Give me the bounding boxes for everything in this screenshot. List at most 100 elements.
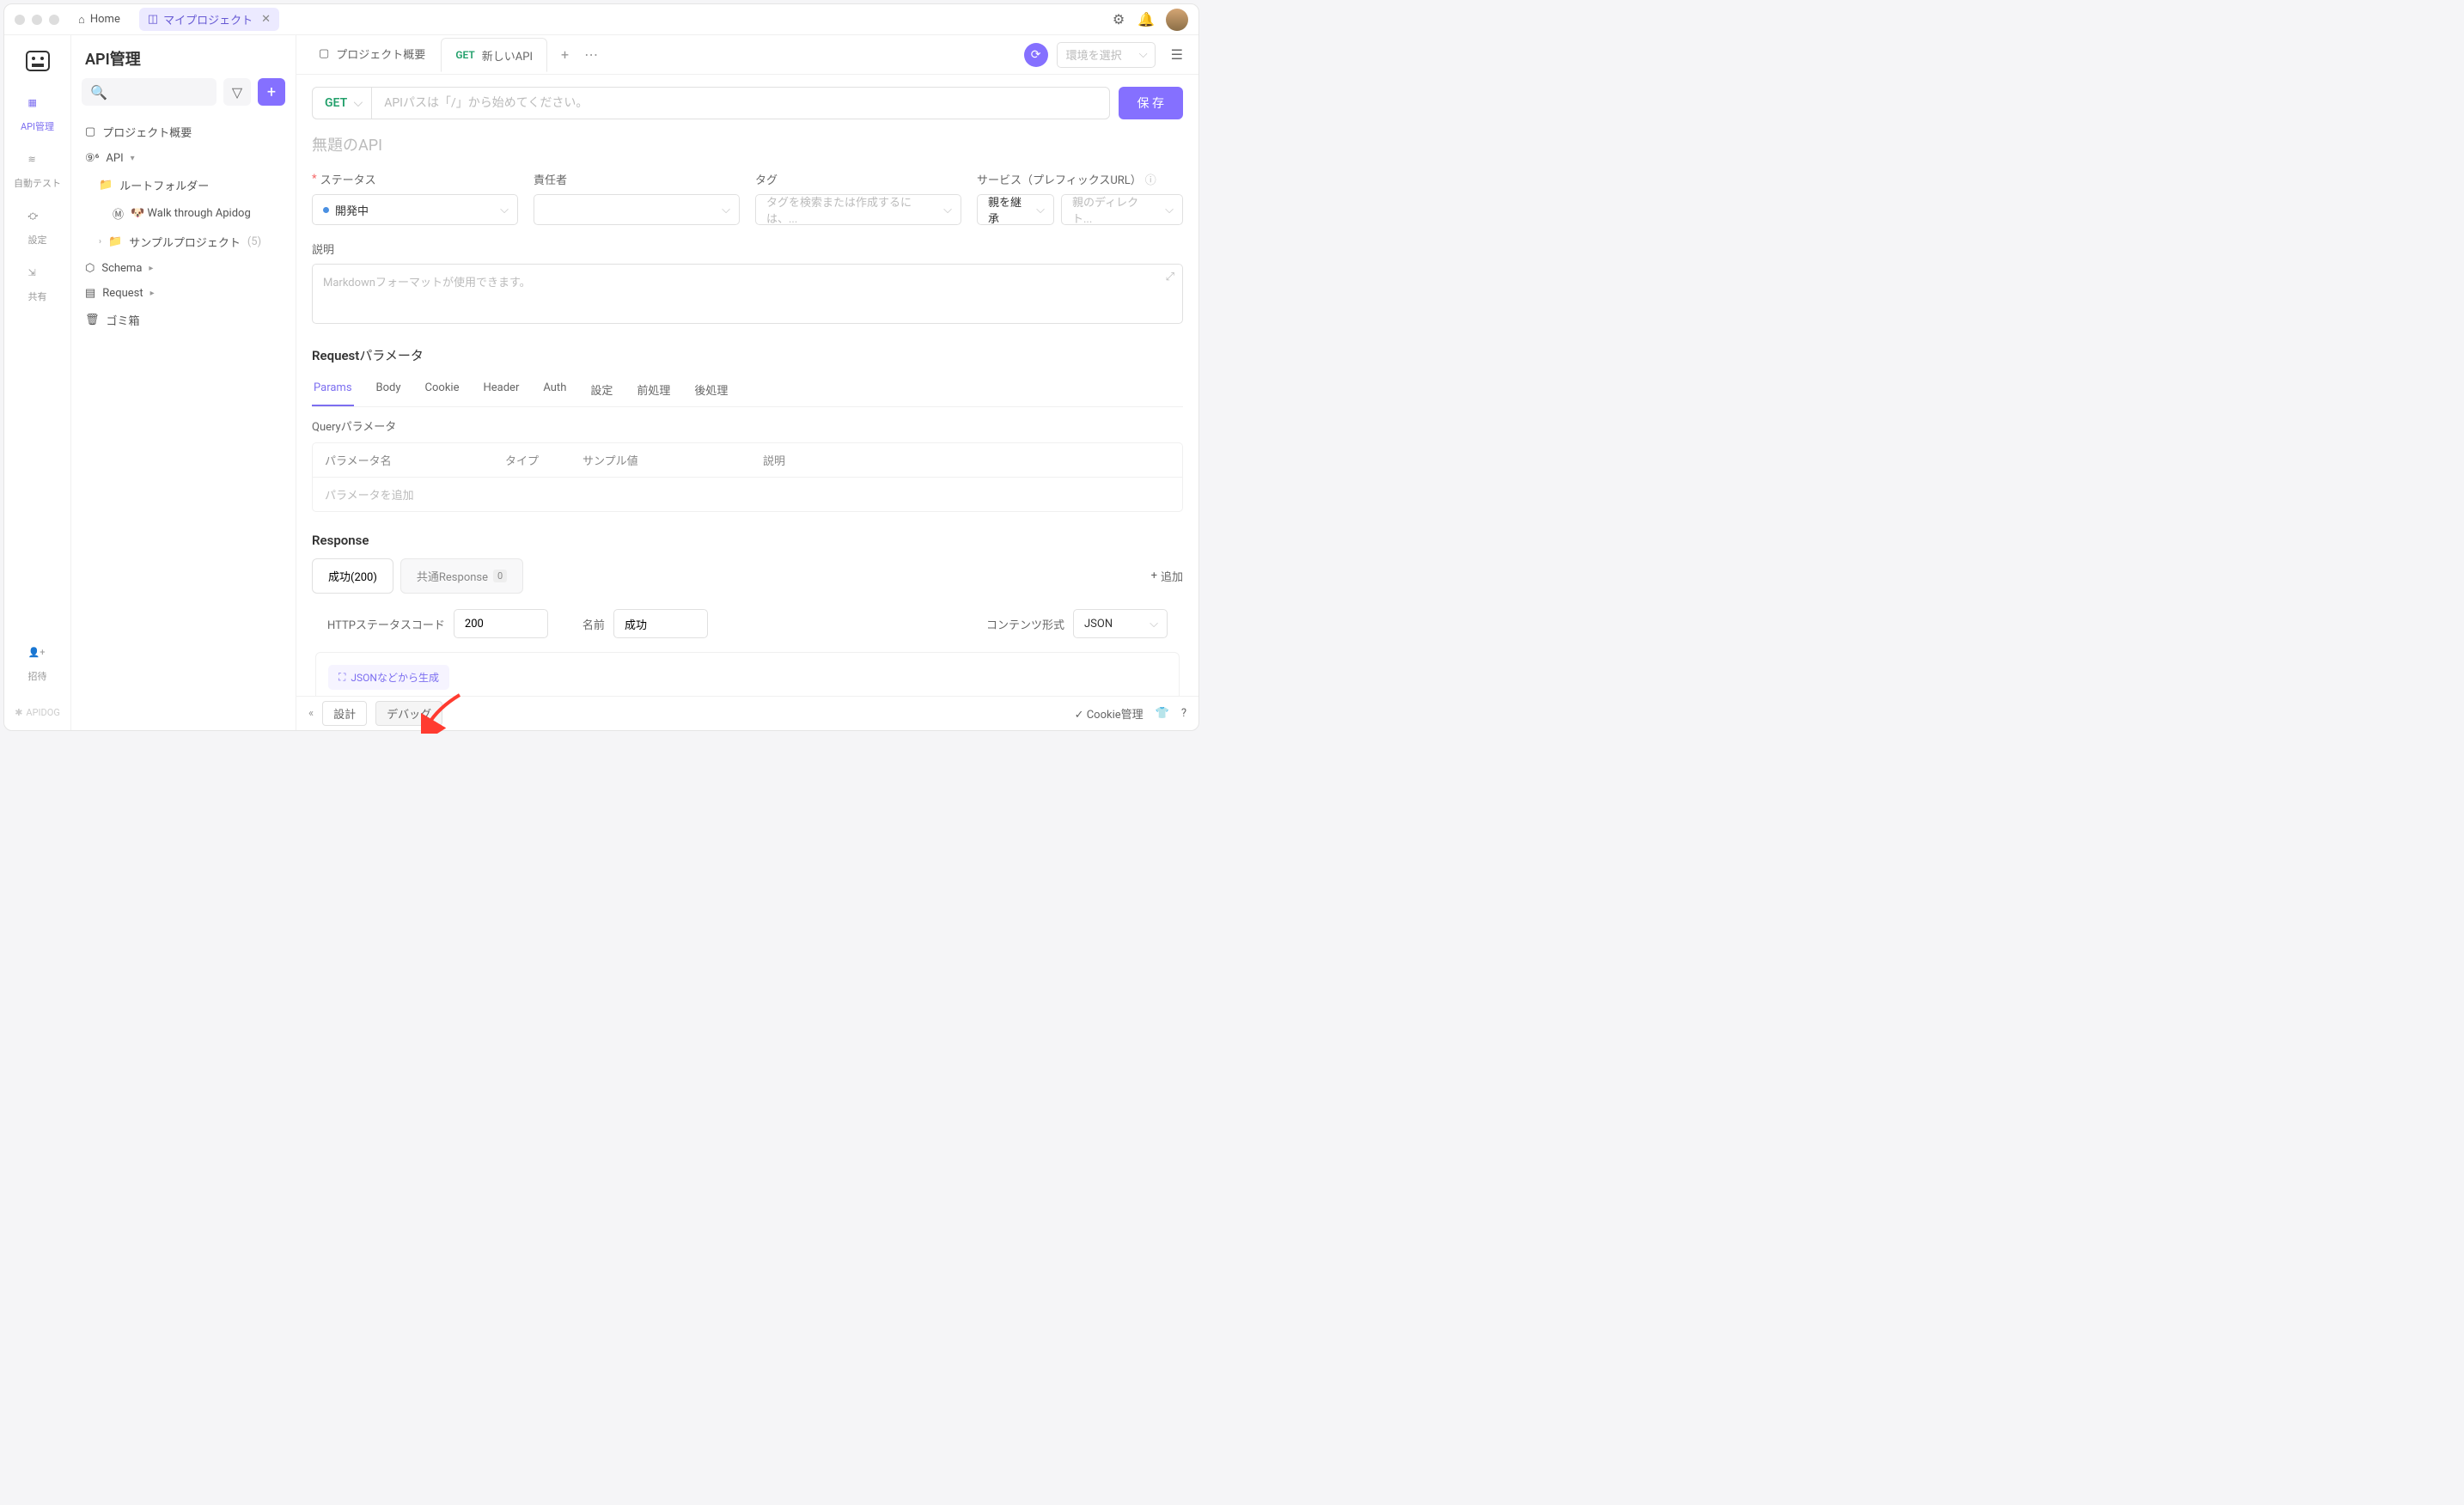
sidebar-title: API管理 xyxy=(71,35,296,78)
chevron-down-icon: ▾ xyxy=(131,154,135,163)
filter-button[interactable]: ▽ xyxy=(223,78,251,106)
filter-icon: ▽ xyxy=(232,84,242,101)
code-label: HTTPステータスコード xyxy=(327,616,445,632)
env-select[interactable]: 環境を選択 xyxy=(1057,42,1156,68)
owner-label: 責任者 xyxy=(534,171,740,187)
service-detail-select[interactable]: 親のディレクト... xyxy=(1061,194,1183,225)
ptab-body[interactable]: Body xyxy=(375,375,403,406)
ptab-params[interactable]: Params xyxy=(312,375,354,406)
add-button[interactable]: + xyxy=(258,78,285,106)
search-input[interactable]: 🔍 xyxy=(82,78,217,106)
share-icon: ⇲ xyxy=(28,267,47,286)
api-icon: ▦ xyxy=(28,97,47,116)
api-title[interactable]: 無題のAPI xyxy=(312,133,1183,155)
ptab-post[interactable]: 後処理 xyxy=(692,375,729,406)
collapse-footer-icon[interactable]: « xyxy=(308,707,314,720)
bell-icon[interactable]: 🔔 xyxy=(1138,12,1154,27)
content-select[interactable]: JSON xyxy=(1073,609,1168,638)
project-tab[interactable]: ◫ マイプロジェクト ✕ xyxy=(139,8,279,31)
project-tab-label: マイプロジェクト xyxy=(163,11,253,27)
name-input[interactable] xyxy=(613,609,708,638)
overview-icon: ▢ xyxy=(85,125,95,138)
tree-sample[interactable]: ›📁サンプルプロジェクト(5) xyxy=(78,228,289,256)
param-table: パラメータ名 タイプ サンプル値 説明 パラメータを追加 xyxy=(312,442,1183,512)
shirt-icon[interactable]: 👕 xyxy=(1156,707,1169,720)
sync-icon: ⟳ xyxy=(1031,48,1041,62)
method-select[interactable]: GET xyxy=(312,87,371,119)
service-label: サービス（プレフィックスURL）ⓘ xyxy=(977,171,1183,187)
sidebar: API管理 🔍 ▽ + ▢プロジェクト概要 ⑨⁶API▾ 📁ルートフォルダー Ⓜ… xyxy=(71,35,296,730)
name-label: 名前 xyxy=(582,616,605,632)
rail-api[interactable]: ▦API管理 xyxy=(4,88,70,142)
more-icon[interactable]: ⋯ xyxy=(584,46,598,63)
plus-icon: + xyxy=(267,83,276,101)
app-logo xyxy=(21,44,55,78)
resp-tab-common[interactable]: 共通Response0 xyxy=(400,558,523,594)
generate-button[interactable]: ⛶JSONなどから生成 xyxy=(328,665,449,690)
menu-icon[interactable]: ☰ xyxy=(1164,46,1190,63)
generate-icon: ⛶ xyxy=(338,671,345,684)
sync-button[interactable]: ⟳ xyxy=(1024,43,1048,67)
schema-icon: ⬡ xyxy=(85,262,95,275)
service-inherit-select[interactable]: 親を継承 xyxy=(977,194,1054,225)
owner-select[interactable] xyxy=(534,194,740,225)
ptab-pre[interactable]: 前処理 xyxy=(635,375,672,406)
debug-button[interactable]: デバッグ xyxy=(375,701,442,726)
rail-footer-logo: ✱APIDOG xyxy=(4,695,72,730)
add-response-button[interactable]: +追加 xyxy=(1151,568,1183,584)
ptab-auth[interactable]: Auth xyxy=(541,375,568,406)
autotest-icon: ≋ xyxy=(28,154,47,173)
tree-trash[interactable]: 🗑ゴミ箱 xyxy=(78,306,289,334)
chevron-right-icon: ▸ xyxy=(150,289,155,298)
request-icon: ▤ xyxy=(85,287,95,300)
design-button[interactable]: 設計 xyxy=(322,701,367,726)
expand-icon[interactable]: ⤢ xyxy=(1166,271,1174,283)
tree-overview[interactable]: ▢プロジェクト概要 xyxy=(78,118,289,146)
tab-api[interactable]: GET新しいAPI xyxy=(441,38,547,72)
path-input[interactable] xyxy=(371,87,1109,119)
param-add-row[interactable]: パラメータを追加 xyxy=(313,478,1182,511)
desc-label: 説明 xyxy=(312,241,1183,257)
col-sample: サンプル値 xyxy=(582,452,763,468)
settings-icon[interactable]: ⚙ xyxy=(1111,12,1126,27)
response-section-title: Response xyxy=(312,533,1183,548)
cookie-link[interactable]: ✓ Cookie管理 xyxy=(1075,705,1144,722)
query-label: Queryパラメータ xyxy=(312,417,1183,434)
param-tabs: Params Body Cookie Header Auth 設定 前処理 後処… xyxy=(312,375,1183,407)
resp-tab-success[interactable]: 成功(200) xyxy=(312,558,393,594)
settings-rail-icon: ⛮ xyxy=(28,210,47,229)
ptab-cookie[interactable]: Cookie xyxy=(424,375,461,406)
tree-api[interactable]: ⑨⁶API▾ xyxy=(78,146,289,171)
tags-select[interactable]: タグを検索または作成するには、... xyxy=(755,194,961,225)
help-icon[interactable]: ? xyxy=(1181,707,1186,720)
tab-overview[interactable]: ▢プロジェクト概要 xyxy=(305,35,439,75)
request-section-title: Requestパラメータ xyxy=(312,346,1183,364)
col-name: パラメータ名 xyxy=(325,452,505,468)
rail-autotest[interactable]: ≋自動テスト xyxy=(4,145,70,198)
home-button[interactable]: ⌂ Home xyxy=(70,9,129,30)
tree-request[interactable]: ▤Request▸ xyxy=(78,281,289,306)
window-controls[interactable] xyxy=(15,15,59,25)
tree-schema[interactable]: ⬡Schema▸ xyxy=(78,256,289,281)
add-tab-icon[interactable]: + xyxy=(561,46,569,63)
doc-icon: Ⓜ xyxy=(113,205,124,222)
folder-icon: 📁 xyxy=(99,179,113,192)
ptab-header[interactable]: Header xyxy=(481,375,521,406)
tree-root-folder[interactable]: 📁ルートフォルダー xyxy=(78,171,289,199)
close-tab-icon[interactable]: ✕ xyxy=(261,13,271,26)
info-icon[interactable]: ⓘ xyxy=(1145,171,1156,187)
save-button[interactable]: 保 存 xyxy=(1119,87,1183,119)
tree-walk[interactable]: Ⓜ🐶 Walk through Apidog xyxy=(78,199,289,228)
rail-settings[interactable]: ⛮設定 xyxy=(4,202,70,255)
code-input[interactable] xyxy=(454,609,548,638)
col-type: タイプ xyxy=(505,452,582,468)
avatar[interactable] xyxy=(1166,9,1188,31)
home-label: Home xyxy=(90,13,120,26)
rail-invite[interactable]: 👤+招待 xyxy=(4,638,70,692)
folder-icon: 📁 xyxy=(108,235,122,248)
desc-textarea[interactable] xyxy=(312,264,1183,324)
ptab-settings[interactable]: 設定 xyxy=(589,375,614,406)
footer: « 設計 デバッグ ✓ Cookie管理 👕 ? xyxy=(296,696,1198,730)
rail-share[interactable]: ⇲共有 xyxy=(4,259,70,312)
status-select[interactable]: 開発中 xyxy=(312,194,518,225)
